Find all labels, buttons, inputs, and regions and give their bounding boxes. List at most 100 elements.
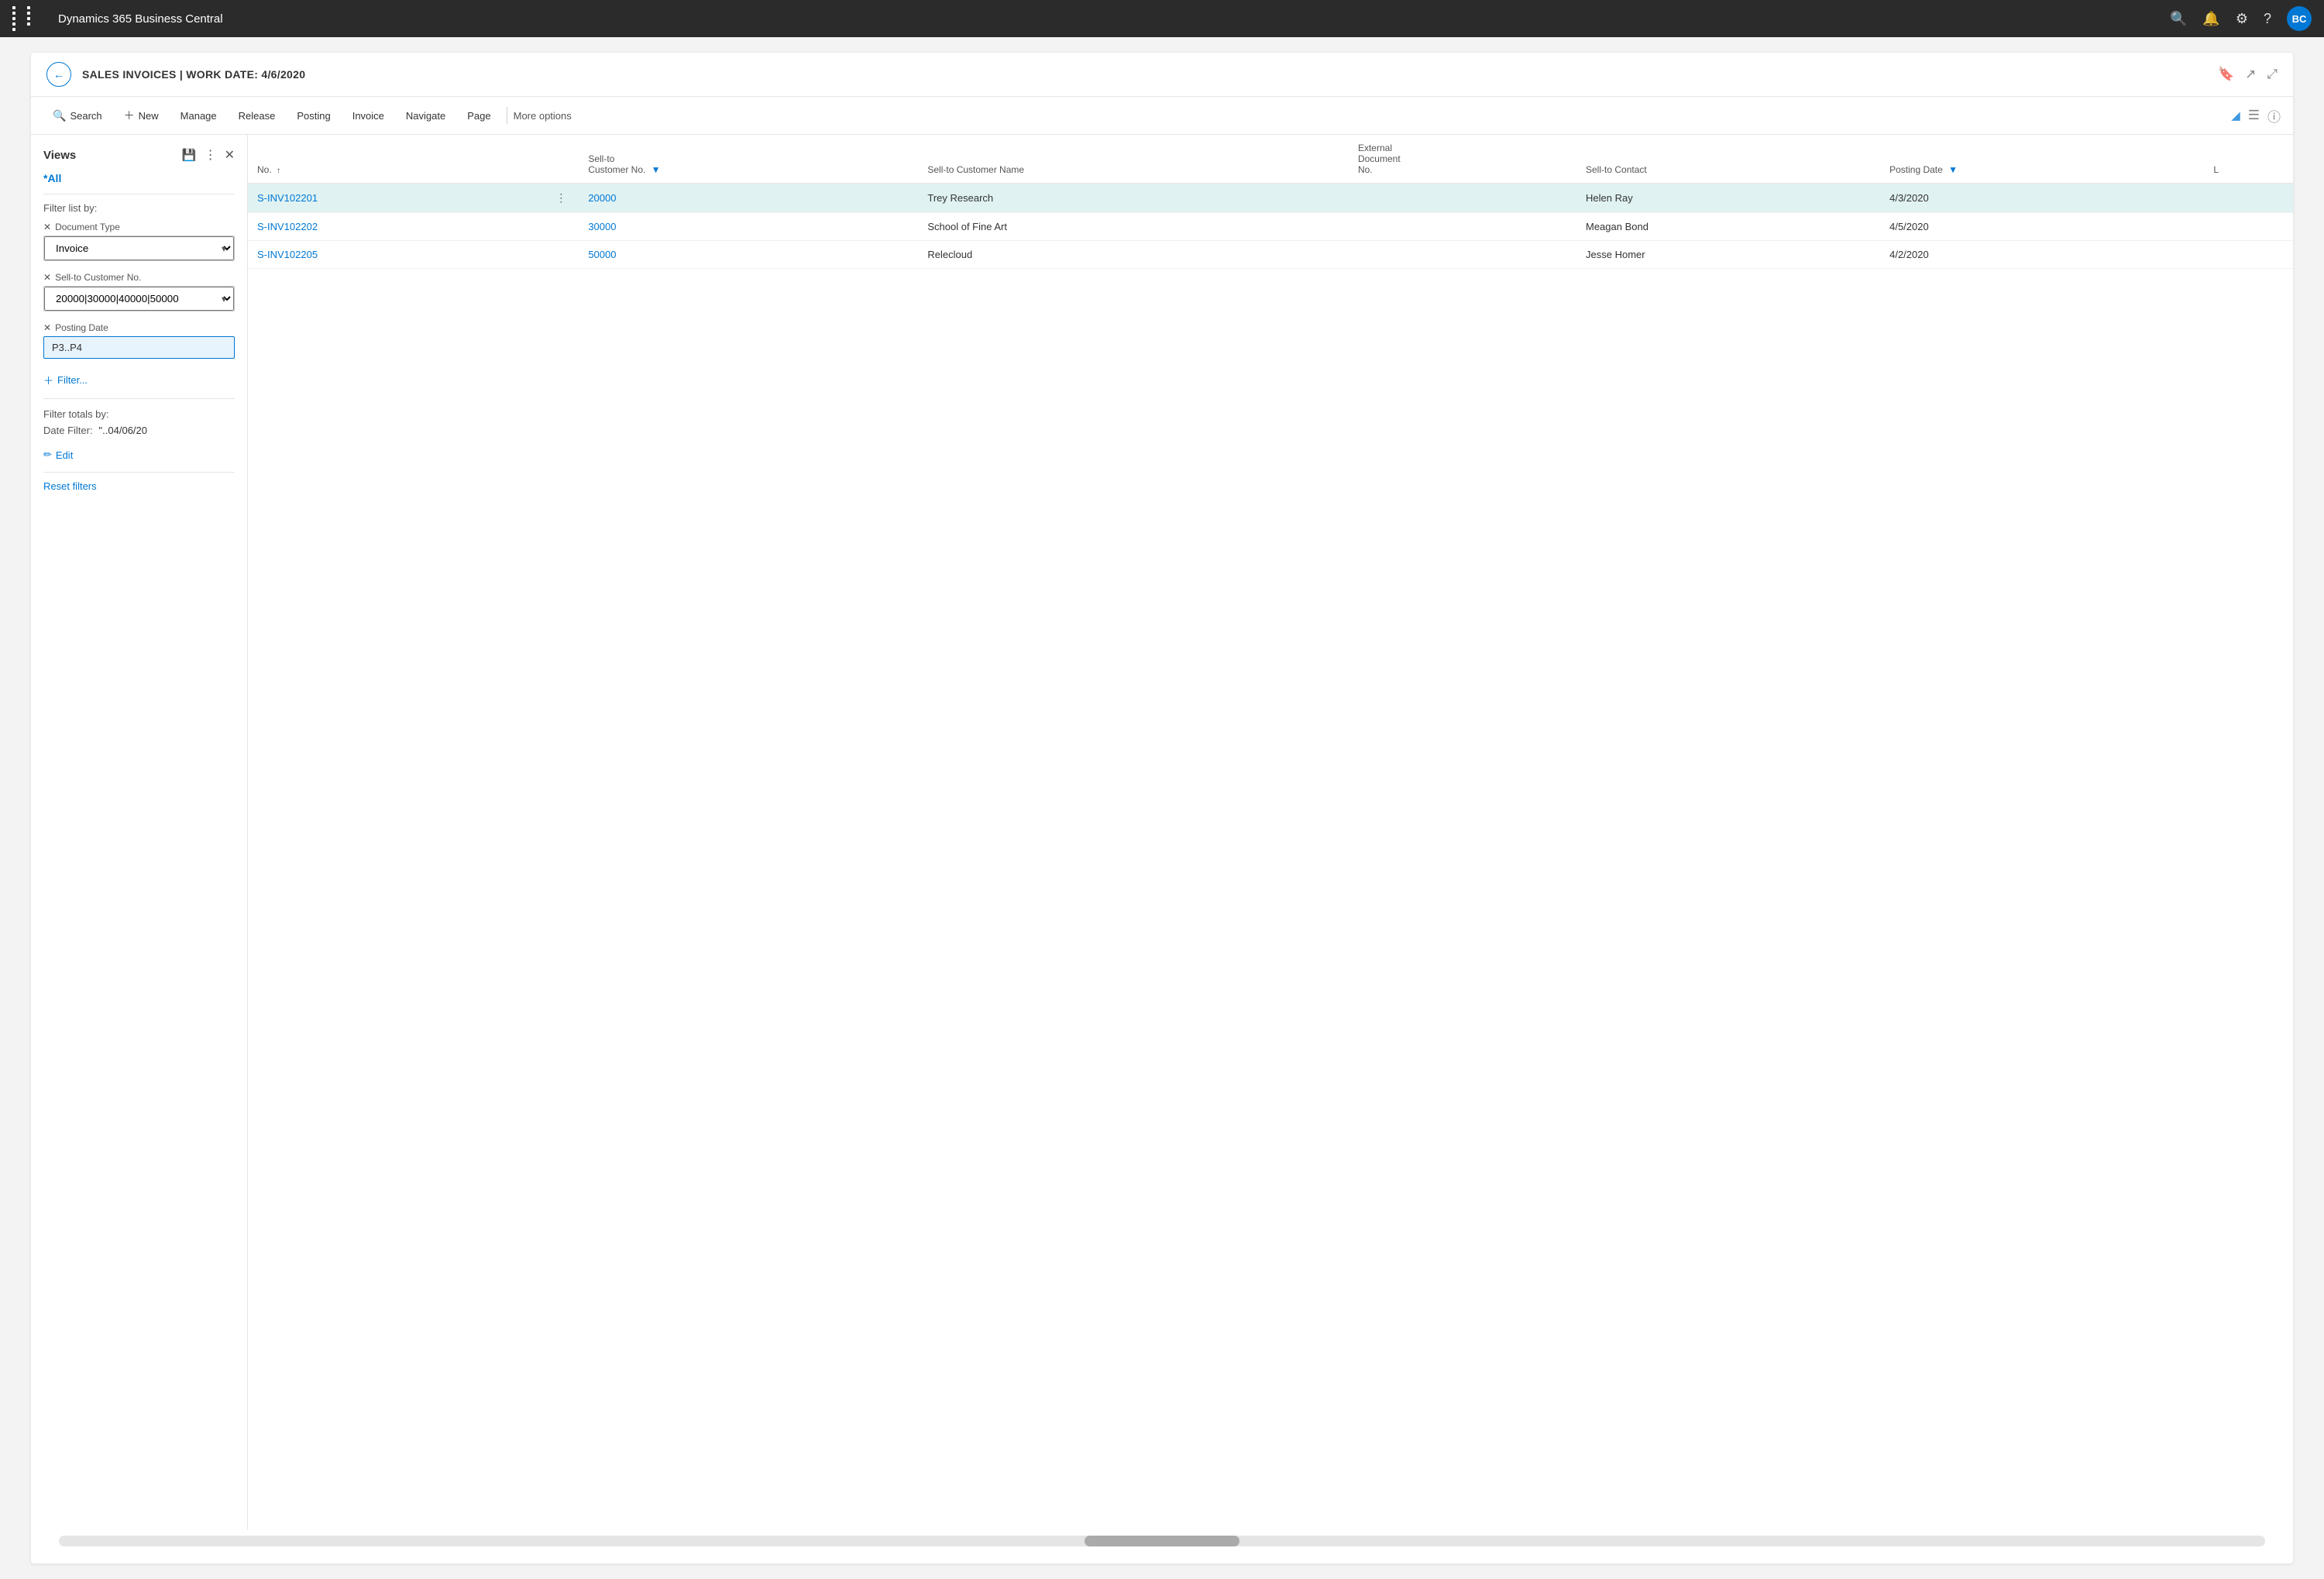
content-area: ← SALES INVOICES | WORK DATE: 4/6/2020 🔖… xyxy=(31,53,2293,1564)
invoice-no-link[interactable]: S-INV102205 xyxy=(257,249,318,260)
all-view-link[interactable]: *All xyxy=(43,172,235,184)
open-in-new-icon[interactable]: ↗ xyxy=(2245,67,2256,82)
col-customer-no: Sell-toCustomer No. ▼ xyxy=(579,135,918,184)
col-posting-date: Posting Date ▼ xyxy=(1880,135,2204,184)
bookmark-icon[interactable]: 🔖 xyxy=(2218,67,2234,82)
more-options-button[interactable]: More options xyxy=(514,110,572,122)
close-panel-icon[interactable]: ✕ xyxy=(225,147,235,163)
date-filter-label: Date Filter: xyxy=(43,425,93,436)
table-row[interactable]: S-INV102202 30000 School of Fine Art Mea… xyxy=(248,213,2293,241)
help-icon[interactable]: ? xyxy=(2264,11,2271,27)
add-filter-button[interactable]: ＋ Filter... xyxy=(43,370,88,390)
cell-customer-no[interactable]: 50000 xyxy=(579,241,918,269)
user-avatar[interactable]: BC xyxy=(2287,6,2312,31)
settings-icon[interactable]: ⚙ xyxy=(2236,11,2248,27)
search-button[interactable]: 🔍 Search xyxy=(43,105,112,127)
invoices-table: No. ↑ Sell-toCustomer No. ▼ Sell-to Cust… xyxy=(248,135,2293,269)
cell-customer-no[interactable]: 20000 xyxy=(579,184,918,213)
table-row[interactable]: S-INV102201 ⋮ 20000 Trey Research Helen … xyxy=(248,184,2293,213)
page-header: ← SALES INVOICES | WORK DATE: 4/6/2020 🔖… xyxy=(31,53,2293,97)
horizontal-scrollbar[interactable] xyxy=(59,1536,2265,1546)
posting-date-input[interactable] xyxy=(43,336,235,359)
remove-customer-no-filter-icon[interactable]: ✕ xyxy=(43,272,51,283)
cell-no[interactable]: S-INV102201 xyxy=(248,184,543,213)
date-filter-row: Date Filter: ''..04/06/20 xyxy=(43,425,235,436)
filter-icon[interactable]: ◢ xyxy=(2231,108,2240,122)
cell-contact: Meagan Bond xyxy=(1576,213,1880,241)
cell-external-doc xyxy=(1349,241,1576,269)
back-button[interactable]: ← xyxy=(46,62,71,87)
edit-button[interactable]: ✏ Edit xyxy=(43,445,73,464)
more-views-icon[interactable]: ⋮ xyxy=(205,147,217,163)
customer-no-value[interactable]: 20000 xyxy=(588,192,616,204)
invoice-no-link[interactable]: S-INV102201 xyxy=(257,192,318,204)
col-contact: Sell-to Contact xyxy=(1576,135,1880,184)
table-row[interactable]: S-INV102205 50000 Relecloud Jesse Homer … xyxy=(248,241,2293,269)
new-button[interactable]: ＋ New xyxy=(115,103,168,128)
document-type-select[interactable]: Invoice Credit Memo Order xyxy=(44,236,234,260)
cell-no[interactable]: S-INV102202 xyxy=(248,213,543,241)
app-title: Dynamics 365 Business Central xyxy=(58,12,2157,26)
customer-no-value[interactable]: 30000 xyxy=(588,221,616,232)
col-actions xyxy=(543,135,579,184)
row-context-menu-icon[interactable]: ⋮ xyxy=(552,191,569,204)
manage-button[interactable]: Manage xyxy=(171,105,226,126)
app-grid-icon[interactable] xyxy=(12,6,40,31)
posting-date-filter-icon[interactable]: ▼ xyxy=(1948,164,1958,175)
cell-posting-date: 4/2/2020 xyxy=(1880,241,2204,269)
remove-document-type-filter-icon[interactable]: ✕ xyxy=(43,222,51,232)
scrollbar-thumb[interactable] xyxy=(1085,1536,1239,1546)
posting-date-filter-label: Posting Date xyxy=(55,322,108,333)
save-view-icon[interactable]: 💾 xyxy=(182,148,197,162)
cell-l xyxy=(2204,241,2293,269)
customer-no-select[interactable]: 20000|30000|40000|50000 xyxy=(44,287,234,311)
customer-no-value[interactable]: 50000 xyxy=(588,249,616,260)
release-button[interactable]: Release xyxy=(229,105,285,126)
navigate-button[interactable]: Navigate xyxy=(397,105,455,126)
data-area: No. ↑ Sell-toCustomer No. ▼ Sell-to Cust… xyxy=(248,135,2293,1529)
posting-button[interactable]: Posting xyxy=(287,105,339,126)
filter-panel: Views 💾 ⋮ ✕ *All Filter list by: ✕ Docum… xyxy=(31,135,248,1529)
cell-no[interactable]: S-INV102205 xyxy=(248,241,543,269)
cell-actions[interactable] xyxy=(543,213,579,241)
customer-no-label: Sell-to Customer No. xyxy=(55,272,141,283)
invoice-no-link[interactable]: S-INV102202 xyxy=(257,221,318,232)
date-filter-value: ''..04/06/20 xyxy=(98,425,147,436)
cell-customer-name: Relecloud xyxy=(918,241,1349,269)
search-icon: 🔍 xyxy=(53,109,66,122)
col-no: No. ↑ xyxy=(248,135,543,184)
divider-2 xyxy=(43,398,235,399)
sort-asc-icon[interactable]: ↑ xyxy=(277,167,280,175)
search-icon[interactable]: 🔍 xyxy=(2170,11,2187,27)
filter-list-by-label: Filter list by: xyxy=(43,202,235,214)
info-icon[interactable]: ⓘ xyxy=(2267,106,2281,126)
posting-date-filter: ✕ Posting Date xyxy=(43,322,235,359)
plus-filter-icon: ＋ xyxy=(43,373,53,387)
pencil-icon: ✏ xyxy=(43,449,52,461)
document-type-label: Document Type xyxy=(55,222,120,232)
cell-actions[interactable] xyxy=(543,241,579,269)
main-layout: Views 💾 ⋮ ✕ *All Filter list by: ✕ Docum… xyxy=(31,135,2293,1529)
invoice-button[interactable]: Invoice xyxy=(343,105,394,126)
col-customer-name: Sell-to Customer Name xyxy=(918,135,1349,184)
reset-filters-link[interactable]: Reset filters xyxy=(43,480,235,492)
customer-no-filter-icon[interactable]: ▼ xyxy=(651,164,661,175)
notification-icon[interactable]: 🔔 xyxy=(2202,11,2219,27)
top-bar-icons: 🔍 🔔 ⚙ ? BC xyxy=(2170,6,2312,31)
cell-customer-no[interactable]: 30000 xyxy=(579,213,918,241)
col-l: L xyxy=(2204,135,2293,184)
cell-l xyxy=(2204,213,2293,241)
cell-contact: Jesse Homer xyxy=(1576,241,1880,269)
cell-external-doc xyxy=(1349,213,1576,241)
document-type-select-wrapper[interactable]: Invoice Credit Memo Order xyxy=(43,236,235,261)
customer-no-select-wrapper[interactable]: 20000|30000|40000|50000 xyxy=(43,286,235,311)
expand-icon[interactable]: ⤢ xyxy=(2267,67,2278,82)
toolbar-right-icons: ◢ ☰ ⓘ xyxy=(2231,106,2281,126)
remove-posting-date-filter-icon[interactable]: ✕ xyxy=(43,322,51,333)
divider-3 xyxy=(43,472,235,473)
list-view-icon[interactable]: ☰ xyxy=(2248,108,2260,123)
top-bar: Dynamics 365 Business Central 🔍 🔔 ⚙ ? BC xyxy=(0,0,2324,37)
cell-actions[interactable]: ⋮ xyxy=(543,184,579,213)
cell-customer-name: Trey Research xyxy=(918,184,1349,213)
page-button[interactable]: Page xyxy=(458,105,500,126)
